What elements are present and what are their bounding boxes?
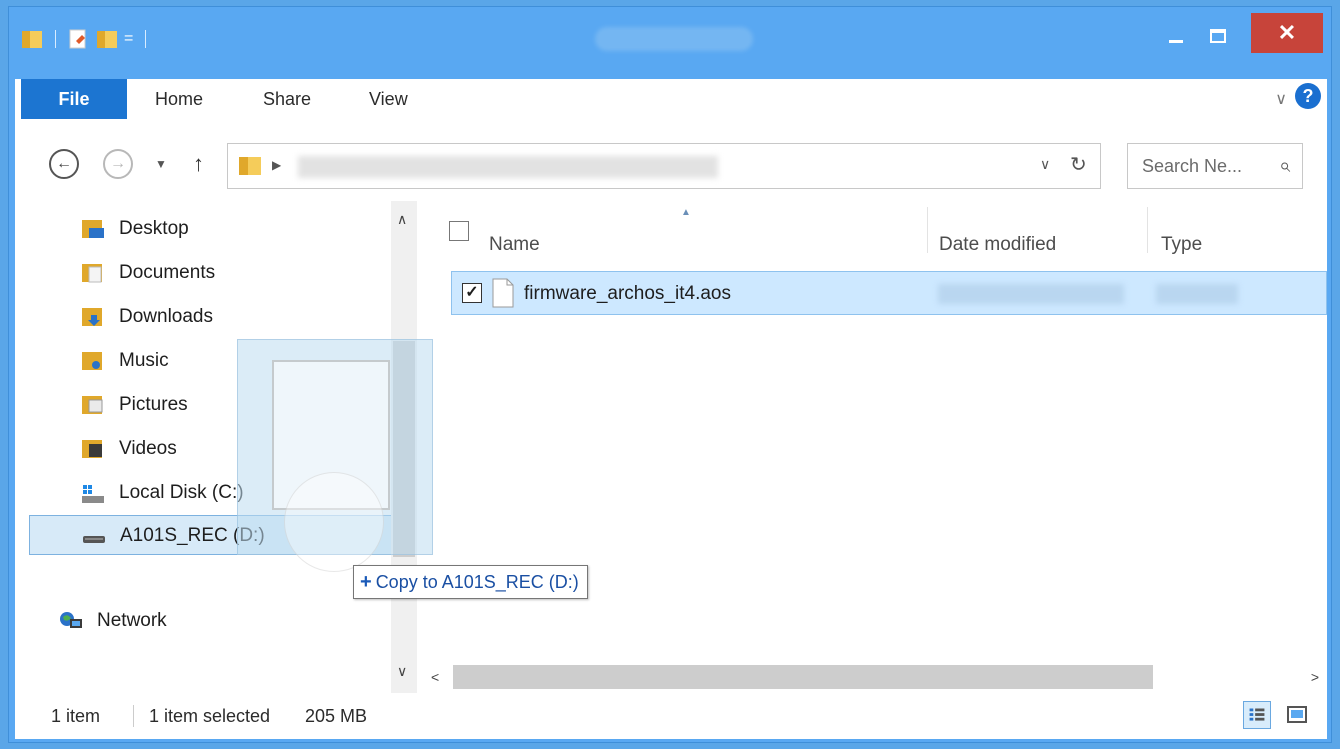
nav-item-label: Desktop: [119, 218, 189, 239]
maximize-button[interactable]: [1201, 19, 1235, 53]
search-placeholder: Search Ne...: [1142, 155, 1243, 176]
minimize-button[interactable]: [1159, 19, 1193, 53]
back-arrow-icon: ←: [56, 155, 72, 172]
desktop-folder-icon: [82, 220, 104, 238]
nav-item-network[interactable]: Network: [15, 601, 391, 641]
nav-item-label: Documents: [119, 262, 216, 283]
search-input[interactable]: Search Ne... ⌕: [1127, 143, 1303, 189]
toolbar-divider: [145, 30, 147, 48]
recent-locations-icon[interactable]: ▼: [155, 157, 167, 171]
explorer-window: = ✕ File Home Share View ∨ ? ← → ▼ ↑ ▶ ∨…: [8, 6, 1332, 743]
address-path-redacted: [298, 156, 718, 178]
expand-ribbon-icon[interactable]: ∨: [1275, 89, 1287, 109]
drag-tooltip: + Copy to A101S_REC (D:): [353, 565, 588, 599]
new-folder-icon[interactable]: [96, 29, 118, 49]
nav-item-label: Videos: [119, 438, 177, 459]
nav-item-label: Pictures: [119, 394, 188, 415]
selection-count: 1 item selected: [149, 706, 271, 726]
tab-home[interactable]: Home: [155, 79, 203, 119]
ribbon: File Home Share View ∨ ?: [15, 79, 1327, 137]
customize-toolbar-icon[interactable]: =: [124, 31, 133, 47]
column-divider[interactable]: [927, 207, 928, 253]
folder-icon: [239, 157, 261, 175]
tab-share[interactable]: Share: [263, 79, 311, 119]
address-dropdown-icon[interactable]: ∨: [1040, 156, 1050, 173]
scroll-up-icon[interactable]: ∧: [397, 211, 407, 228]
file-icon: [492, 278, 514, 308]
music-folder-icon: [82, 352, 102, 370]
network-icon: [60, 612, 82, 628]
refresh-icon[interactable]: ↻: [1070, 152, 1087, 177]
row-checkbox[interactable]: ✓: [462, 283, 482, 303]
navigation-bar: ← → ▼ ↑ ▶ ∨ ↻ Search Ne... ⌕: [15, 133, 1327, 201]
title-bar: = ✕: [9, 7, 1333, 73]
documents-folder-icon: [82, 264, 102, 283]
folder-icon[interactable]: [21, 29, 43, 49]
breadcrumb-chevron-icon[interactable]: ▶: [272, 158, 281, 172]
drag-preview: [237, 339, 433, 572]
window-title-redacted: [595, 27, 753, 51]
removable-drive-icon: [83, 536, 105, 543]
scroll-down-icon[interactable]: ∨: [397, 663, 407, 680]
file-list: Name ▲ Date modified Type ✓ firmware_arc…: [419, 201, 1327, 693]
videos-folder-icon: [82, 440, 102, 458]
drag-cursor-halo: [284, 472, 384, 572]
maximize-icon: [1210, 29, 1226, 43]
nav-item-label: Music: [119, 350, 169, 371]
properties-icon[interactable]: [68, 29, 90, 49]
help-icon[interactable]: ?: [1295, 83, 1321, 109]
pictures-folder-icon: [82, 396, 103, 414]
minimize-icon: [1169, 39, 1183, 43]
forward-button[interactable]: →: [103, 149, 133, 179]
scrollbar-thumb[interactable]: [453, 665, 1153, 689]
search-icon[interactable]: ⌕: [1279, 155, 1290, 178]
column-header-name[interactable]: Name: [489, 215, 540, 275]
details-view-icon[interactable]: [1243, 701, 1271, 729]
file-name: firmware_archos_it4.aos: [524, 283, 731, 304]
select-all-checkbox[interactable]: [449, 221, 469, 241]
drag-tooltip-text: Copy to A101S_REC (D:): [375, 571, 579, 592]
address-bar[interactable]: ▶ ∨ ↻: [227, 143, 1101, 189]
scroll-left-icon[interactable]: <: [431, 669, 439, 685]
nav-item-documents[interactable]: Documents: [15, 253, 391, 293]
nav-item-downloads[interactable]: Downloads: [15, 297, 391, 337]
tab-view[interactable]: View: [369, 79, 408, 119]
back-button[interactable]: ←: [49, 149, 79, 179]
date-modified-redacted: [938, 284, 1124, 304]
scroll-right-icon[interactable]: >: [1311, 669, 1319, 685]
local-disk-icon: [82, 485, 104, 503]
tab-file[interactable]: File: [21, 79, 127, 119]
up-arrow-icon[interactable]: ↑: [193, 151, 204, 177]
sort-ascending-icon: ▲: [681, 207, 691, 218]
horizontal-scrollbar[interactable]: < >: [419, 663, 1327, 693]
selection-size: 205 MB: [305, 706, 368, 726]
nav-item-label: Local Disk (C:): [119, 482, 244, 503]
nav-item-desktop[interactable]: Desktop: [15, 209, 391, 249]
quick-access-toolbar: =: [21, 29, 152, 49]
content-area: Desktop Documents Downloads Music Pictur…: [15, 201, 1327, 693]
downloads-folder-icon: [82, 308, 102, 326]
status-divider: [133, 705, 134, 727]
forward-arrow-icon: →: [110, 155, 126, 172]
nav-item-label: Network: [97, 610, 167, 631]
nav-item-label: Downloads: [119, 306, 213, 327]
column-header-type[interactable]: Type: [1161, 215, 1202, 275]
item-count: 1 item: [51, 706, 101, 726]
close-button[interactable]: ✕: [1251, 13, 1323, 53]
type-redacted: [1156, 284, 1238, 304]
large-icons-view-icon[interactable]: [1285, 703, 1309, 727]
toolbar-divider: [55, 30, 56, 48]
status-bar: 1 item 1 item selected 205 MB: [15, 693, 1327, 739]
copy-plus-icon: +: [360, 570, 372, 593]
file-row[interactable]: ✓ firmware_archos_it4.aos: [451, 271, 1327, 315]
column-header-date-modified[interactable]: Date modified: [939, 215, 1056, 275]
close-icon: ✕: [1277, 20, 1297, 45]
column-divider[interactable]: [1147, 207, 1148, 253]
